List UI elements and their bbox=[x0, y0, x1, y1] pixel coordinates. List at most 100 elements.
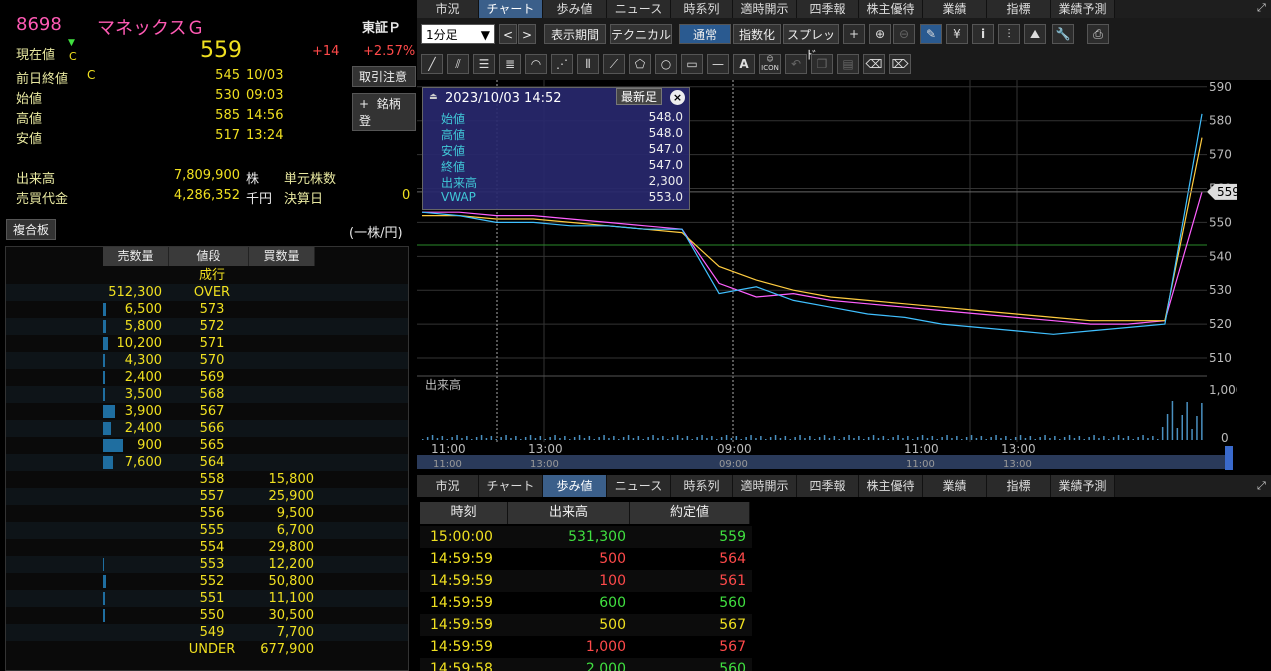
tab-item[interactable]: 市況 bbox=[417, 0, 479, 18]
index-button[interactable]: 指数化 bbox=[733, 24, 781, 44]
rectangle-icon[interactable]: ▭ bbox=[681, 54, 703, 74]
tab-item[interactable]: 業績 bbox=[923, 475, 987, 497]
book-row[interactable]: 3,900 567 bbox=[6, 403, 408, 420]
zoom-out-icon[interactable]: ⊖ bbox=[893, 24, 915, 44]
text-icon[interactable]: A bbox=[733, 54, 755, 74]
tick-row[interactable]: 14:59:59 500 567 bbox=[420, 614, 752, 636]
mountain-icon[interactable]: ⛰ bbox=[1024, 24, 1046, 44]
tick-row[interactable]: 14:59:59 500 564 bbox=[420, 548, 752, 570]
tab-item[interactable]: 指標 bbox=[987, 0, 1051, 18]
yen-icon[interactable]: ¥ bbox=[946, 24, 968, 44]
prev-button[interactable]: < bbox=[499, 24, 517, 44]
book-row[interactable]: 5,800 572 bbox=[6, 318, 408, 335]
candle-icon[interactable]: ⫶ bbox=[998, 24, 1020, 44]
book-row[interactable]: 554 29,800 bbox=[6, 539, 408, 556]
circle-icon[interactable]: ○ bbox=[655, 54, 677, 74]
fib-icon[interactable]: ≣ bbox=[499, 54, 521, 74]
tick-row[interactable]: 15:00:00 531,300 559 bbox=[420, 526, 752, 548]
expand-icon-bottom[interactable]: ⤢ bbox=[1257, 479, 1266, 493]
technical-button[interactable]: テクニカル bbox=[610, 24, 672, 44]
gann-icon[interactable]: ⟋ bbox=[603, 54, 625, 74]
collapse-icon[interactable]: ⏏ bbox=[429, 92, 438, 102]
book-row[interactable]: 556 9,500 bbox=[6, 505, 408, 522]
pen-icon[interactable]: ✎ bbox=[920, 24, 942, 44]
book-row[interactable]: 558 15,800 bbox=[6, 471, 408, 488]
copy-icon[interactable]: ❐ bbox=[811, 54, 833, 74]
eraser-all-icon[interactable]: ⌦ bbox=[889, 54, 911, 74]
book-row[interactable]: 553 12,200 bbox=[6, 556, 408, 573]
navigator-handle[interactable] bbox=[1225, 446, 1233, 470]
book-row[interactable]: 7,600 564 bbox=[6, 454, 408, 471]
zoom-in-icon[interactable]: ⊕ bbox=[869, 24, 891, 44]
volume-bar bbox=[647, 437, 649, 440]
display-period-button[interactable]: 表示期間 bbox=[544, 24, 606, 44]
tab-item[interactable]: チャート bbox=[479, 0, 543, 18]
print-icon[interactable]: ⎙ bbox=[1087, 24, 1109, 44]
tab-item[interactable]: 時系列 bbox=[671, 0, 733, 18]
pentagon-icon[interactable]: ⬠ bbox=[629, 54, 651, 74]
tab-item[interactable]: ニュース bbox=[607, 475, 671, 497]
book-row[interactable]: 2,400 566 bbox=[6, 420, 408, 437]
latest-bar-button[interactable]: 最新足 bbox=[616, 88, 662, 105]
tick-row[interactable]: 14:59:59 100 561 bbox=[420, 570, 752, 592]
tab-item[interactable]: 時系列 bbox=[671, 475, 733, 497]
book-row[interactable]: 成行 bbox=[6, 267, 408, 284]
tab-item[interactable]: 株主優待 bbox=[859, 475, 923, 497]
tab-item[interactable]: 株主優待 bbox=[859, 0, 923, 18]
book-row[interactable]: 550 30,500 bbox=[6, 607, 408, 624]
expand-icon[interactable]: ⤢ bbox=[1257, 1, 1266, 15]
book-row[interactable]: UNDER 677,900 bbox=[6, 641, 408, 658]
list-icon[interactable]: ▤ bbox=[837, 54, 859, 74]
next-button[interactable]: > bbox=[518, 24, 536, 44]
wrench-icon[interactable]: 🔧 bbox=[1052, 24, 1074, 44]
book-row[interactable]: 3,500 568 bbox=[6, 386, 408, 403]
tab-item[interactable]: 適時開示 bbox=[733, 0, 797, 18]
crosshair-icon[interactable]: + bbox=[843, 24, 865, 44]
volume-bar bbox=[1142, 435, 1144, 440]
spread-button[interactable]: スプレッド bbox=[783, 24, 839, 62]
add-stock-button[interactable]: + 銘柄登 bbox=[352, 93, 416, 131]
tab-item[interactable]: 適時開示 bbox=[733, 475, 797, 497]
tab-item[interactable]: チャート bbox=[479, 475, 543, 497]
trendline-icon[interactable]: ╱ bbox=[421, 54, 443, 74]
info-icon[interactable]: i bbox=[972, 24, 994, 44]
tab-item[interactable]: 業績予測 bbox=[1051, 475, 1115, 497]
arc-icon[interactable]: ◠ bbox=[525, 54, 547, 74]
hlines-icon[interactable]: ☰ bbox=[473, 54, 495, 74]
hline-icon[interactable]: — bbox=[707, 54, 729, 74]
undo-icon[interactable]: ↶ bbox=[785, 54, 807, 74]
book-row[interactable]: 557 25,900 bbox=[6, 488, 408, 505]
tab-item[interactable]: 四季報 bbox=[797, 0, 859, 18]
tick-row[interactable]: 14:59:59 600 560 bbox=[420, 592, 752, 614]
tab-item[interactable]: 業績予測 bbox=[1051, 0, 1115, 18]
tab-item[interactable]: 市況 bbox=[417, 475, 479, 497]
book-row[interactable]: 2,400 569 bbox=[6, 369, 408, 386]
vlines-icon[interactable]: ⦀ bbox=[577, 54, 599, 74]
channel-icon[interactable]: ⫽ bbox=[447, 54, 469, 74]
tab-item[interactable]: 四季報 bbox=[797, 475, 859, 497]
period-select[interactable]: 1分足 ▼ bbox=[421, 24, 495, 44]
tick-row[interactable]: 14:59:59 1,000 567 bbox=[420, 636, 752, 658]
stamp-icon[interactable]: ☺ ICON bbox=[759, 54, 781, 74]
trade-caution-button[interactable]: 取引注意 bbox=[352, 66, 416, 87]
book-row[interactable]: 10,200 571 bbox=[6, 335, 408, 352]
book-row[interactable]: 555 6,700 bbox=[6, 522, 408, 539]
book-row[interactable]: 900 565 bbox=[6, 437, 408, 454]
tab-item[interactable]: 業績 bbox=[923, 0, 987, 18]
book-row[interactable]: 549 7,700 bbox=[6, 624, 408, 641]
book-row[interactable]: 552 50,800 bbox=[6, 573, 408, 590]
eraser-icon[interactable]: ⌫ bbox=[863, 54, 885, 74]
close-icon[interactable]: × bbox=[670, 90, 685, 105]
book-row[interactable]: 551 11,100 bbox=[6, 590, 408, 607]
tick-row[interactable]: 14:59:58 2,000 560 bbox=[420, 658, 752, 671]
book-row[interactable]: 4,300 570 bbox=[6, 352, 408, 369]
tab-item[interactable]: 歩み値 bbox=[543, 0, 607, 18]
book-row[interactable]: 512,300 OVER bbox=[6, 284, 408, 301]
normal-button[interactable]: 通常 bbox=[679, 24, 731, 44]
book-row[interactable]: 6,500 573 bbox=[6, 301, 408, 318]
fan-icon[interactable]: ⋰ bbox=[551, 54, 573, 74]
tab-item[interactable]: 歩み値 bbox=[543, 475, 607, 497]
tab-item[interactable]: 指標 bbox=[987, 475, 1051, 497]
composite-board-tab[interactable]: 複合板 bbox=[6, 219, 57, 240]
tab-item[interactable]: ニュース bbox=[607, 0, 671, 18]
